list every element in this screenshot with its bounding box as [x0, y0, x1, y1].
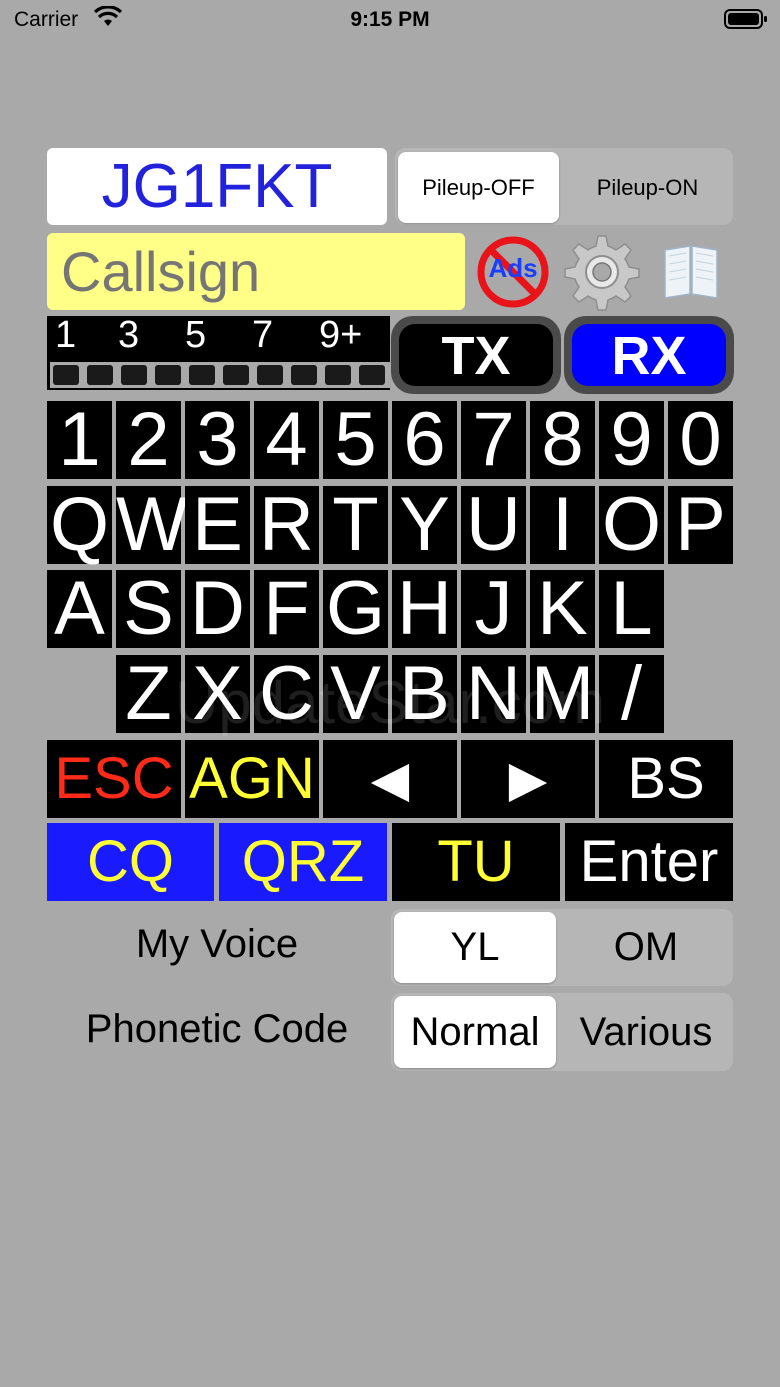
esc-key[interactable]: ESC	[47, 740, 181, 818]
meter-label-9plus: 9+	[319, 314, 363, 356]
key-4[interactable]: 4	[254, 401, 319, 479]
battery-icon	[724, 8, 768, 35]
key-1[interactable]: 1	[47, 401, 112, 479]
meter-segment	[189, 365, 215, 385]
key-2[interactable]: 2	[116, 401, 181, 479]
key-6[interactable]: 6	[392, 401, 457, 479]
key-h[interactable]: H	[392, 570, 457, 648]
key-o[interactable]: O	[599, 486, 664, 564]
meter-label-3: 3	[118, 314, 140, 356]
key-z[interactable]: Z	[116, 655, 181, 733]
key-y[interactable]: Y	[392, 486, 457, 564]
tx-label: TX	[399, 324, 553, 386]
meter-bar-track	[50, 362, 390, 388]
key-c[interactable]: C	[254, 655, 319, 733]
key-j[interactable]: J	[461, 570, 526, 648]
key-u[interactable]: U	[461, 486, 526, 564]
meter-segment	[325, 365, 351, 385]
qrz-key[interactable]: QRZ	[219, 823, 387, 901]
meter-label-5: 5	[185, 314, 207, 356]
pileup-off-option[interactable]: Pileup-OFF	[398, 152, 559, 223]
key-p[interactable]: P	[668, 486, 733, 564]
cq-key[interactable]: CQ	[47, 823, 214, 901]
voice-yl-option[interactable]: YL	[394, 912, 556, 983]
key-e[interactable]: E	[185, 486, 250, 564]
pileup-on-option[interactable]: Pileup-ON	[565, 152, 730, 223]
tx-button[interactable]: TX	[391, 316, 561, 394]
meter-segment	[53, 365, 79, 385]
tu-key[interactable]: TU	[392, 823, 560, 901]
phonetic-various-option[interactable]: Various	[562, 996, 730, 1068]
meter-segment	[291, 365, 317, 385]
key-n[interactable]: N	[461, 655, 526, 733]
callsign-input[interactable]	[47, 233, 465, 310]
enter-key[interactable]: Enter	[565, 823, 733, 901]
key-m[interactable]: M	[530, 655, 595, 733]
ads-label: Ads	[488, 253, 538, 283]
meter-segment	[223, 365, 249, 385]
key-3[interactable]: 3	[185, 401, 250, 479]
meter-label-1: 1	[55, 314, 77, 356]
backspace-key[interactable]: BS	[599, 740, 733, 818]
meter-label-7: 7	[252, 314, 274, 356]
meter-segment	[87, 365, 113, 385]
rx-label: RX	[572, 324, 726, 386]
key-k[interactable]: K	[530, 570, 595, 648]
my-voice-segmented-control: YL OM	[391, 909, 733, 986]
agn-key[interactable]: AGN	[185, 740, 319, 818]
phonetic-code-segmented-control: Normal Various	[391, 993, 733, 1071]
meter-segment	[121, 365, 147, 385]
key-5[interactable]: 5	[323, 401, 388, 479]
phonetic-normal-option[interactable]: Normal	[394, 996, 556, 1068]
key-s[interactable]: S	[116, 570, 181, 648]
settings-gear-icon[interactable]	[562, 232, 642, 312]
pileup-segmented-control: Pileup-OFF Pileup-ON	[395, 148, 733, 225]
no-ads-button[interactable]: Ads	[474, 235, 552, 309]
key-9[interactable]: 9	[599, 401, 664, 479]
book-icon[interactable]	[661, 242, 721, 300]
key-w[interactable]: W	[116, 486, 188, 564]
key-a[interactable]: A	[47, 570, 112, 648]
signal-meter: 1 3 5 7 9+	[47, 314, 390, 390]
key-r[interactable]: R	[254, 486, 319, 564]
key-0[interactable]: 0	[668, 401, 733, 479]
cursor-left-key[interactable]: ◀	[323, 740, 457, 818]
meter-segment	[257, 365, 283, 385]
my-voice-label: My Voice	[135, 922, 299, 966]
key-slash[interactable]: /	[599, 655, 664, 733]
my-callsign-display[interactable]: JG1FKT	[47, 148, 387, 225]
key-x[interactable]: X	[185, 655, 250, 733]
meter-segment	[155, 365, 181, 385]
meter-segment	[359, 365, 385, 385]
key-b[interactable]: B	[392, 655, 457, 733]
key-g[interactable]: G	[323, 570, 388, 648]
key-l[interactable]: L	[599, 570, 664, 648]
key-i[interactable]: I	[530, 486, 595, 564]
key-t[interactable]: T	[323, 486, 388, 564]
key-7[interactable]: 7	[461, 401, 526, 479]
key-q[interactable]: Q	[47, 486, 112, 564]
key-v[interactable]: V	[323, 655, 388, 733]
key-8[interactable]: 8	[530, 401, 595, 479]
key-f[interactable]: F	[254, 570, 319, 648]
clock-time: 9:15 PM	[350, 8, 430, 31]
phonetic-code-label: Phonetic Code	[85, 1007, 349, 1051]
key-d[interactable]: D	[185, 570, 250, 648]
voice-om-option[interactable]: OM	[562, 912, 730, 983]
rx-button[interactable]: RX	[564, 316, 734, 394]
cursor-right-key[interactable]: ▶	[461, 740, 595, 818]
